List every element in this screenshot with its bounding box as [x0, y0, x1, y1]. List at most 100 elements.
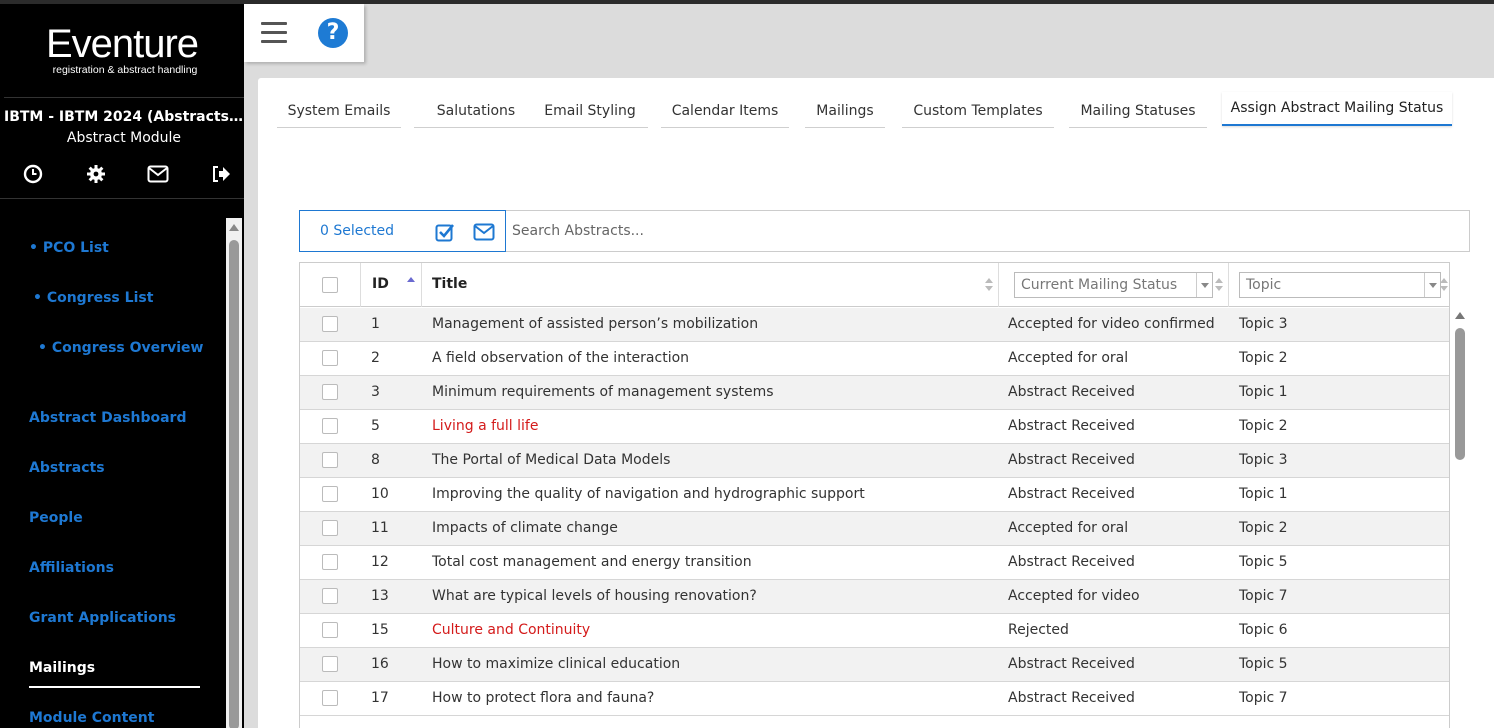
row-id: 8	[371, 452, 380, 468]
divider	[4, 97, 244, 98]
tab-mailing-statuses[interactable]: Mailing Statuses	[1069, 94, 1207, 128]
row-title[interactable]: How to protect flora and fauna?	[432, 682, 654, 715]
scroll-up-icon[interactable]	[229, 224, 239, 231]
row-id: 2	[371, 350, 380, 366]
table-row[interactable]: 11 Impacts of climate change Accepted for …	[300, 512, 1449, 546]
active-nav-underline	[29, 686, 200, 688]
main-panel: System Emails Salutations Email Styling …	[258, 78, 1494, 728]
tab-mailings[interactable]: Mailings	[805, 94, 885, 128]
row-checkbox[interactable]	[322, 520, 338, 536]
table-row[interactable]: 8 The Portal of Medical Data Models Abstra…	[300, 444, 1449, 478]
tab-system-emails[interactable]: System Emails	[277, 94, 401, 128]
select-all-checkbox[interactable]	[322, 277, 338, 293]
status-column-header: Current Mailing Status	[999, 263, 1229, 307]
table-row[interactable]: 5 Living a full life Abstract Received Topi…	[300, 410, 1449, 444]
row-title[interactable]: Living a full life	[432, 410, 538, 443]
table-row[interactable]: 17 How to protect flora and fauna? Abstrac…	[300, 682, 1449, 716]
search-input[interactable]	[510, 212, 1450, 250]
sort-ascending-icon[interactable]	[407, 277, 415, 291]
row-checkbox[interactable]	[322, 690, 338, 706]
row-title[interactable]: Improving the quality of navigation and …	[432, 478, 865, 511]
selected-count[interactable]: 0 Selected	[320, 223, 394, 239]
row-title[interactable]: Minimum requirements of management syste…	[432, 376, 774, 409]
tab-assign-abstract-mailing-status[interactable]: Assign Abstract Mailing Status	[1222, 92, 1452, 126]
chevron-down-icon[interactable]	[1424, 273, 1440, 297]
row-title[interactable]: What are typical levels of housing renov…	[432, 580, 757, 613]
table-row[interactable]: 1 Management of assisted person’s mobiliz…	[300, 308, 1449, 342]
table-row[interactable]: 10 Improving the quality of navigation an…	[300, 478, 1449, 512]
scroll-thumb[interactable]	[1455, 328, 1465, 460]
row-id: 13	[371, 588, 389, 604]
nav-item-affiliations[interactable]: Affiliations	[29, 560, 114, 576]
row-title[interactable]: Management of assisted person’s mobiliza…	[432, 308, 758, 341]
table-row[interactable]: 16 How to maximize clinical education Abst…	[300, 648, 1449, 682]
row-id: 15	[371, 622, 389, 638]
nav-item-congress-overview[interactable]: • Congress Overview	[38, 340, 203, 356]
sort-icon[interactable]	[985, 278, 993, 292]
row-status: Abstract Received	[1008, 656, 1135, 672]
row-checkbox[interactable]	[322, 656, 338, 672]
row-id: 12	[371, 554, 389, 570]
row-id: 5	[371, 418, 380, 434]
table-row[interactable]: 13 What are typical levels of housing ren…	[300, 580, 1449, 614]
nav-item-mailings[interactable]: Mailings	[29, 660, 95, 676]
tab-custom-templates[interactable]: Custom Templates	[902, 94, 1054, 128]
row-topic: Topic 5	[1239, 554, 1288, 570]
table-row[interactable]: 12 Total cost management and energy trans…	[300, 546, 1449, 580]
row-checkbox[interactable]	[322, 452, 338, 468]
row-title[interactable]: Impacts of climate change	[432, 512, 618, 545]
row-checkbox[interactable]	[322, 350, 338, 366]
sidebar-scrollbar[interactable]	[226, 218, 242, 728]
envelope-icon[interactable]	[473, 223, 495, 241]
nav-item-grant-applications[interactable]: Grant Applications	[29, 610, 176, 626]
envelope-icon[interactable]	[147, 163, 169, 185]
row-status: Abstract Received	[1008, 384, 1135, 400]
title-header-label: Title	[432, 276, 468, 292]
table-scrollbar[interactable]	[1450, 308, 1470, 728]
sort-icon[interactable]	[1215, 278, 1223, 292]
tab-salutations[interactable]: Salutations	[414, 94, 538, 128]
row-title[interactable]: The Portal of Medical Data Models	[432, 444, 670, 477]
row-title[interactable]: Total cost management and energy transit…	[432, 546, 752, 579]
table-row[interactable]: 15 Culture and Continuity Rejected Topic 6	[300, 614, 1449, 648]
help-icon[interactable]: ?	[318, 18, 348, 48]
logout-icon[interactable]	[210, 163, 232, 185]
row-checkbox[interactable]	[322, 588, 338, 604]
status-filter-select[interactable]: Current Mailing Status	[1014, 272, 1213, 298]
nav-item-module-content[interactable]: Module Content	[29, 710, 154, 726]
row-title[interactable]: A field observation of the interaction	[432, 342, 689, 375]
tab-calendar-items[interactable]: Calendar Items	[661, 94, 789, 128]
nav-item-abstract-dashboard[interactable]: Abstract Dashboard	[29, 410, 186, 426]
scroll-up-icon[interactable]	[1455, 312, 1465, 319]
row-checkbox[interactable]	[322, 622, 338, 638]
nav-item-congress-list[interactable]: • Congress List	[33, 290, 153, 306]
scroll-thumb[interactable]	[229, 240, 239, 728]
table-row[interactable]: 2 A field observation of the interaction A…	[300, 342, 1449, 376]
check-square-icon[interactable]	[435, 222, 455, 242]
tab-email-styling[interactable]: Email Styling	[532, 94, 648, 128]
sort-icon[interactable]	[1440, 278, 1448, 292]
chevron-down-icon[interactable]	[1196, 273, 1212, 297]
row-status: Accepted for video confirmed	[1008, 316, 1215, 332]
id-column-header[interactable]: ID	[361, 263, 422, 307]
nav-item-pco-list[interactable]: • PCO List	[29, 240, 109, 256]
title-column-header[interactable]: Title	[422, 263, 999, 307]
topic-filter-select[interactable]: Topic	[1239, 272, 1441, 298]
row-title[interactable]: How to maximize clinical education	[432, 648, 680, 681]
nav-item-people[interactable]: People	[29, 510, 83, 526]
table-row[interactable]: 3 Minimum requirements of management syst…	[300, 376, 1449, 410]
menu-icon[interactable]	[261, 22, 287, 44]
row-topic: Topic 3	[1239, 316, 1288, 332]
app-logo[interactable]: Eventure registration & abstract handlin…	[0, 24, 244, 76]
nav-item-abstracts[interactable]: Abstracts	[29, 460, 105, 476]
row-checkbox[interactable]	[322, 554, 338, 570]
row-checkbox[interactable]	[322, 486, 338, 502]
row-topic: Topic 2	[1239, 520, 1288, 536]
gear-icon[interactable]	[85, 163, 107, 185]
row-checkbox[interactable]	[322, 384, 338, 400]
history-icon[interactable]	[22, 163, 44, 185]
row-checkbox[interactable]	[322, 418, 338, 434]
selection-box: 0 Selected	[299, 210, 506, 252]
row-checkbox[interactable]	[322, 316, 338, 332]
row-title[interactable]: Culture and Continuity	[432, 614, 590, 647]
